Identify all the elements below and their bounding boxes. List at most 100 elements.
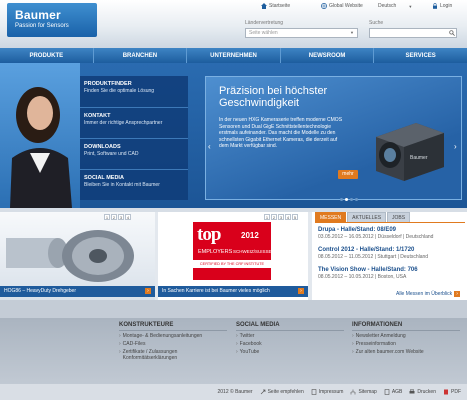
- brand-tagline: Passion for Sensors: [15, 23, 69, 29]
- footer-link-label: YouTube: [239, 349, 260, 355]
- footer-link-label: Facebook: [239, 341, 262, 347]
- footer-link-label: Presseinformation: [355, 341, 396, 347]
- footer-spacer: [0, 300, 467, 318]
- footer-link-label: CAD-Files: [122, 341, 146, 347]
- badge-year: 2012: [241, 231, 259, 240]
- page-4-button[interactable]: 4: [285, 214, 291, 220]
- print-link[interactable]: Drucken: [409, 389, 436, 395]
- pdf-link[interactable]: PDF: [443, 389, 461, 395]
- teaser-product: 1 2 3 4 HOG86 – HeavyDuty Drehgeber ›: [0, 212, 155, 300]
- sitemap-icon: [350, 389, 356, 395]
- login-label: Login: [440, 3, 453, 9]
- language-select[interactable]: Deutsch ▼: [378, 3, 412, 9]
- quicklink-downloads[interactable]: DOWNLOADS Print, Software und CAD: [84, 144, 184, 157]
- search-input[interactable]: [369, 28, 457, 38]
- footer-link[interactable]: › Montage- & Bedienungsanleitungen: [119, 333, 227, 339]
- chevron-right-icon[interactable]: ›: [454, 143, 460, 151]
- sitemap-link[interactable]: Sitemap: [350, 389, 377, 395]
- footer-link[interactable]: › YouTube: [236, 349, 344, 355]
- quicklink-subtitle: Immer der richtige Ansprechpartner: [84, 120, 163, 126]
- footer-link[interactable]: › Newsletter Anmeldung: [352, 333, 460, 339]
- slide-dot[interactable]: [355, 198, 358, 201]
- copyright: 2012 © Baumer: [218, 389, 253, 395]
- imprint-label: Impressum: [318, 389, 344, 395]
- list-item[interactable]: Drupa - Halle/Stand: 08/E09 03.05.2012 –…: [318, 227, 463, 240]
- nav-branchen[interactable]: BRANCHEN: [94, 48, 188, 63]
- print-label: Drucken: [417, 389, 436, 395]
- page-4-button[interactable]: 4: [125, 214, 131, 220]
- slide-dot[interactable]: [350, 198, 353, 201]
- pdf-label: PDF: [451, 389, 461, 395]
- login-link[interactable]: Login: [432, 3, 452, 9]
- divider: [315, 222, 465, 223]
- event-title: Drupa - Halle/Stand: 08/E09: [318, 227, 397, 233]
- lock-icon: [432, 3, 438, 9]
- page-2-button[interactable]: 2: [271, 214, 277, 220]
- footer-link[interactable]: › CAD-Files: [119, 341, 227, 347]
- home-link[interactable]: Startseite: [261, 3, 290, 9]
- nav-unternehmen[interactable]: UNTERNEHMEN: [187, 48, 281, 63]
- teaser-caption-link[interactable]: In Sachen Karriere ist bei Baumer vieles…: [158, 286, 308, 297]
- quicklink-produktfinder[interactable]: PRODUKTFINDER Finden Sie die optimale Lö…: [84, 81, 184, 94]
- slide-dot[interactable]: [340, 198, 343, 201]
- page-3-button[interactable]: 3: [278, 214, 284, 220]
- page-5-button[interactable]: 5: [292, 214, 298, 220]
- baumer-logo[interactable]: Baumer Passion for Sensors: [7, 3, 97, 37]
- footer-link[interactable]: › Presseinformation: [352, 341, 460, 347]
- quicklink-title: DOWNLOADS: [84, 144, 121, 150]
- brand-name: Baumer: [15, 8, 61, 22]
- chevron-left-icon[interactable]: ‹: [208, 143, 214, 151]
- quicklink-social-media[interactable]: SOCIAL MEDIA Bleiben Sie in Kontakt mit …: [84, 175, 184, 188]
- chevron-down-icon: ▼: [408, 3, 413, 9]
- footer-link[interactable]: › Zertifikate / Zulassungen Konformitätse…: [119, 349, 227, 361]
- teaser-pager: 1 2 3 4: [104, 214, 131, 220]
- teaser-caption-link[interactable]: HOG86 – HeavyDuty Drehgeber ›: [0, 286, 155, 297]
- page-1-button[interactable]: 1: [264, 214, 270, 220]
- search-label: Suche: [369, 20, 384, 26]
- promo-more-button[interactable]: mehr: [338, 170, 358, 179]
- arrow-right-icon: ›: [145, 288, 151, 294]
- footer-link-label: Zur alten baumer.com Website: [355, 349, 424, 355]
- terms-link[interactable]: AGB: [384, 389, 402, 395]
- badge-top-text: top: [197, 224, 221, 245]
- event-detail: 08.05.2012 – 10.05.2012 | Boston, USA: [318, 274, 407, 280]
- footer-col-social-media: SOCIAL MEDIA › Twitter › Facebook › YouTube: [236, 322, 344, 355]
- quicklink-kontakt[interactable]: KONTAKT Immer der richtige Ansprechpartn…: [84, 113, 184, 126]
- home-icon: [261, 3, 267, 9]
- list-item[interactable]: The Vision Show - Halle/Stand: 706 08.05…: [318, 267, 463, 280]
- footer-col-title: INFORMATIONEN: [352, 322, 460, 331]
- nav-produkte[interactable]: PRODUKTE: [0, 48, 94, 63]
- all-fairs-label: Alle Messen im Überblick: [396, 291, 453, 297]
- nav-services[interactable]: SERVICES: [374, 48, 467, 63]
- recommend-link[interactable]: Seite empfehlen: [260, 389, 304, 395]
- footer-link[interactable]: › Zur alten baumer.com Website: [352, 349, 460, 355]
- globe-icon: [321, 3, 327, 9]
- list-item[interactable]: Control 2012 - Halle/Stand: 1/1720 08.05…: [318, 247, 463, 260]
- pdf-icon: [443, 389, 449, 395]
- footer-link[interactable]: › Twitter: [236, 333, 344, 339]
- badge-cert: CERTIFIED BY THE CRF INSTITUTE: [193, 260, 271, 268]
- home-link-label: Startseite: [269, 3, 291, 9]
- document-icon: [311, 389, 317, 395]
- event-title: The Vision Show - Halle/Stand: 706: [318, 267, 418, 273]
- printer-icon: [409, 389, 415, 395]
- teaser-caption: In Sachen Karriere ist bei Baumer vieles…: [162, 288, 270, 294]
- nav-newsroom[interactable]: NEWSROOM: [281, 48, 375, 63]
- copyright-text: 2012 © Baumer: [217, 389, 253, 395]
- all-fairs-link[interactable]: Alle Messen im Überblick ›: [396, 291, 461, 297]
- arrow-right-icon: ›: [298, 288, 304, 294]
- search-icon[interactable]: [449, 30, 455, 36]
- country-select[interactable]: Seite wählen ▼: [245, 28, 358, 38]
- hero-portrait-image: [0, 63, 80, 208]
- page-2-button[interactable]: 2: [111, 214, 117, 220]
- footer-link[interactable]: › Facebook: [236, 341, 344, 347]
- imprint-link[interactable]: Impressum: [311, 389, 344, 395]
- slide-dot-active[interactable]: [345, 198, 348, 201]
- global-website-link[interactable]: Global Website: [321, 3, 363, 9]
- divider: [80, 107, 188, 108]
- event-detail: 03.05.2012 – 16.05.2012 | Düsseldorf | D…: [318, 234, 434, 240]
- page-3-button[interactable]: 3: [118, 214, 124, 220]
- country-select-label: Ländervertretung: [245, 20, 284, 26]
- page-1-button[interactable]: 1: [104, 214, 110, 220]
- top-employer-badge: top 2012 EMPLOYERS SCHWEIZ/SUISSE CERTIF…: [193, 222, 272, 280]
